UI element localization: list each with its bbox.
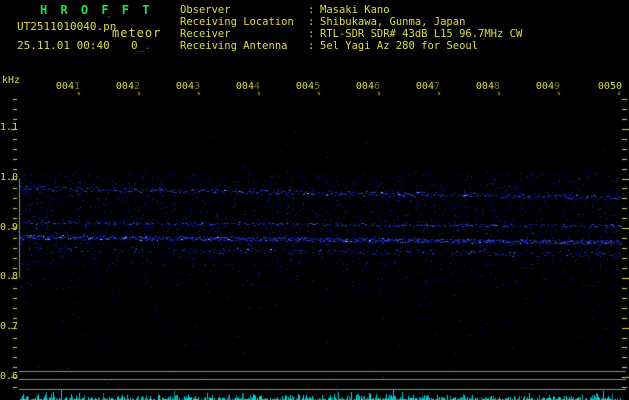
hrofft-screen: H R O F F T UT2511010040.pn ¨ meteor 25.…	[0, 0, 629, 400]
time-tick-label: 0048	[475, 81, 500, 92]
echo-count: 0_.	[131, 40, 151, 51]
freq-axis-unit: kHz	[2, 75, 21, 86]
info-value: RTL-SDR SDR# 43dB L15 96.7MHz CW	[320, 28, 523, 40]
freq-tick-label: 1.1	[0, 122, 19, 133]
info-row-antenna: Receiving Antenna:5el Yagi Az 280 for Se…	[180, 41, 478, 52]
info-label: Receiver	[180, 28, 231, 40]
info-label: Receiving Location	[180, 16, 294, 28]
info-separator: :	[308, 4, 315, 16]
observation-datetime: 25.11.01 00:40	[17, 39, 110, 52]
time-tick-label: 0043	[175, 81, 200, 92]
info-value: 5el Yagi Az 280 for Seoul	[320, 40, 479, 52]
echo-count-dim: _.	[137, 39, 151, 52]
time-tick-label: 0045	[295, 81, 320, 92]
freq-tick-label: 0.9	[0, 222, 19, 233]
info-label: Observer	[180, 4, 231, 16]
info-separator: :	[308, 16, 315, 28]
freq-tick-label: 0.8	[0, 271, 19, 282]
output-filename: UT2511010040.pn	[17, 20, 117, 33]
time-tick-label: 0050	[597, 81, 622, 92]
info-row-location: Receiving Location: Shibukawa, Gunma, Jap…	[180, 17, 465, 28]
observation-mode-label: meteor	[112, 26, 162, 40]
time-tick-label: 0041	[55, 81, 80, 92]
time-tick-label: 0042	[115, 81, 140, 92]
info-value: Masaki Kano	[320, 4, 390, 16]
spectrogram-canvas	[0, 0, 629, 400]
echo-count-value: 0	[131, 39, 138, 52]
info-separator: :	[308, 28, 315, 40]
info-separator: :	[308, 40, 315, 52]
info-value: Shibukawa, Gunma, Japan	[320, 16, 466, 28]
time-tick-label: 0044	[235, 81, 260, 92]
time-tick-label: 0049	[535, 81, 560, 92]
time-tick-label: 0046	[355, 81, 380, 92]
freq-tick-label: 1.0	[0, 172, 19, 183]
info-row-receiver: Receiver: RTL-SDR SDR# 43dB L15 96.7MHz C…	[180, 29, 522, 40]
app-title: H R O F F T	[40, 3, 153, 17]
info-row-observer: Observer: Masaki Kano	[180, 5, 390, 16]
freq-tick-label: 0.6	[0, 371, 19, 382]
time-tick-label: 0047	[415, 81, 440, 92]
info-label: Receiving Antenna	[180, 40, 288, 52]
freq-tick-label: 0.7	[0, 321, 19, 332]
